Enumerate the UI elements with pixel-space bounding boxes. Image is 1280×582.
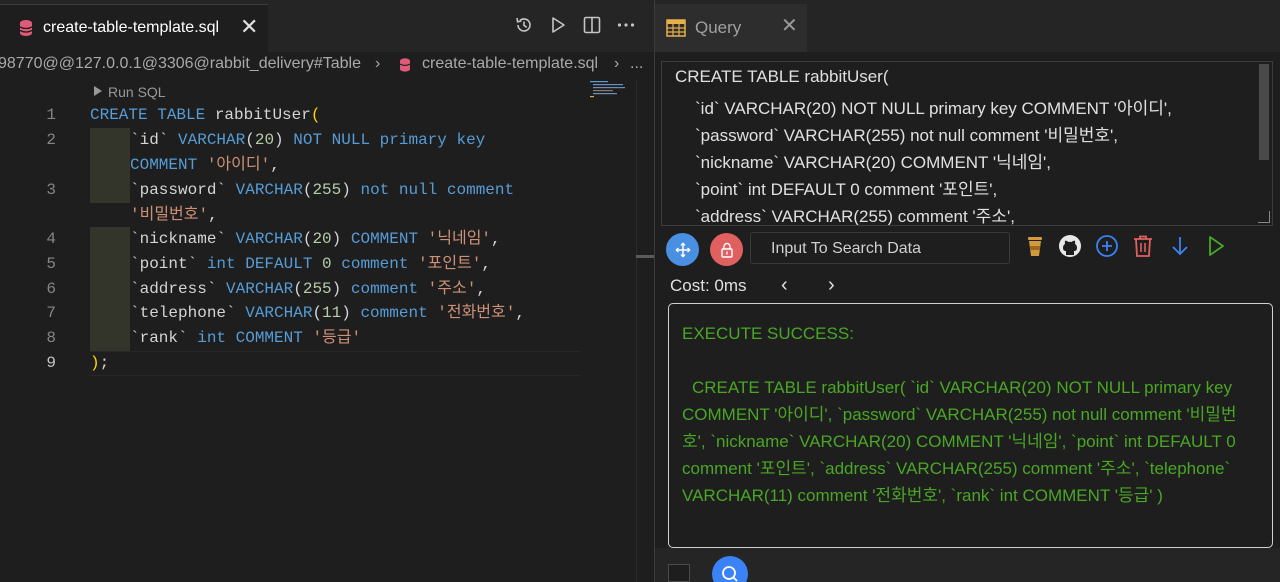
editor-pane: create-table-template.sql ✕ 98770@@127.0… — [0, 0, 654, 582]
more-icon[interactable] — [616, 14, 636, 36]
code-line: `password` VARCHAR(255) not null comment — [130, 181, 515, 199]
search-icon — [722, 566, 738, 582]
history-icon[interactable] — [514, 14, 534, 36]
execute-result-box: EXECUTE SUCCESS: CREATE TABLE rabbitUser… — [668, 303, 1273, 548]
line-number-current: 9 — [46, 354, 56, 372]
close-icon[interactable]: ✕ — [240, 16, 258, 38]
indent-guide — [90, 252, 130, 277]
sql-line: `password` VARCHAR(255) not null comment… — [695, 126, 1119, 145]
current-line-highlight — [90, 351, 580, 376]
line-number: 4 — [46, 230, 56, 248]
chevron-right-icon: › — [614, 55, 620, 72]
trash-icon[interactable] — [1130, 233, 1156, 259]
close-icon[interactable]: ✕ — [781, 16, 798, 36]
search-fab-button[interactable] — [712, 556, 748, 582]
indent-guide — [90, 277, 130, 302]
sql-textarea[interactable]: CREATE TABLE rabbitUser( `id` VARCHAR(20… — [661, 61, 1273, 226]
indent-guide — [90, 301, 130, 326]
github-icon[interactable] — [1057, 233, 1083, 259]
indent-guide — [90, 326, 130, 351]
indent-guide — [90, 128, 130, 153]
table-icon — [666, 19, 686, 37]
line-number: 7 — [46, 304, 56, 322]
query-tab-bar: Query ✕ — [655, 0, 1280, 52]
scrollbar-cursor-marker — [636, 255, 654, 258]
code-line: `rank` int COMMENT '등급' — [130, 329, 362, 347]
database-icon — [20, 20, 32, 36]
cup-icon[interactable] — [1022, 233, 1048, 259]
line-number: 1 — [46, 106, 56, 124]
code-line: `point` int DEFAULT 0 comment '포인트', — [130, 255, 492, 273]
line-number: 5 — [46, 255, 56, 273]
select-checkbox[interactable] — [668, 564, 690, 582]
tab-query[interactable]: Query ✕ — [655, 4, 807, 52]
add-circle-icon[interactable] — [1094, 233, 1120, 259]
run-icon[interactable] — [548, 14, 568, 36]
result-status: EXECUTE SUCCESS: — [682, 324, 854, 343]
query-toolbar: Input To Search Data — [655, 230, 1280, 270]
lock-icon — [720, 242, 733, 258]
breadcrumb: 98770@@127.0.0.1@3306@rabbit_delivery#Ta… — [0, 52, 654, 78]
move-icon — [675, 242, 690, 257]
indent-guide — [90, 227, 130, 252]
chevron-right-icon: › — [375, 55, 381, 72]
indent-guide — [90, 178, 130, 203]
tab-create-table-template[interactable]: create-table-template.sql ✕ — [0, 4, 268, 52]
code-line: `id` VARCHAR(20) NOT NULL primary key — [130, 131, 486, 149]
codelens-label: Run SQL — [108, 84, 166, 100]
sql-line: `point` int DEFAULT 0 comment '포인트', — [695, 180, 998, 199]
resize-grip-icon[interactable] — [1258, 211, 1270, 223]
chevron-left-icon[interactable]: ‹ — [781, 274, 788, 297]
code-line: `nickname` VARCHAR(20) COMMENT '닉네임', — [130, 230, 501, 248]
editor-tab-bar: create-table-template.sql ✕ — [0, 0, 654, 52]
code-line: `address` VARCHAR(255) comment '주소', — [130, 280, 486, 298]
bottom-bar — [655, 548, 1280, 582]
editor-actions — [514, 14, 636, 38]
line-number: 3 — [46, 181, 56, 199]
code-line: ); — [90, 354, 110, 372]
line-number: 8 — [46, 329, 56, 347]
minimap[interactable] — [590, 80, 634, 100]
query-pane: Query ✕ CREATE TABLE rabbitUser( `id` VA… — [655, 0, 1280, 582]
sql-line: `id` VARCHAR(20) NOT NULL primary key CO… — [695, 99, 1172, 118]
move-button[interactable] — [666, 233, 699, 266]
search-data-input[interactable]: Input To Search Data — [750, 232, 1010, 264]
cost-label: Cost: 0ms — [670, 276, 747, 295]
code-line: CREATE TABLE rabbitUser( — [90, 106, 321, 124]
execute-play-icon[interactable] — [1203, 233, 1229, 259]
breadcrumb-file[interactable]: create-table-template.sql — [422, 55, 598, 73]
play-icon — [94, 86, 102, 96]
split-editor-icon[interactable] — [582, 14, 602, 36]
run-sql-codelens[interactable]: Run SQL — [94, 84, 166, 100]
code-line: `telephone` VARCHAR(11) comment '전화번호', — [130, 304, 525, 322]
tab-query-label: Query — [695, 18, 742, 37]
sql-line: `address` VARCHAR(255) comment '주소', — [695, 207, 1015, 226]
sql-line: CREATE TABLE rabbitUser( — [675, 67, 889, 86]
arrow-down-icon[interactable] — [1167, 233, 1193, 259]
indent-guide — [90, 153, 130, 178]
code-line: '비밀번호', — [130, 206, 218, 224]
textarea-scrollbar[interactable] — [1259, 64, 1269, 160]
tab-label: create-table-template.sql — [43, 19, 220, 36]
breadcrumb-connection[interactable]: 98770@@127.0.0.1@3306@rabbit_delivery#Ta… — [0, 55, 361, 73]
lock-button[interactable] — [710, 233, 743, 266]
line-number: 6 — [46, 280, 56, 298]
result-sql: CREATE TABLE rabbitUser( `id` VARCHAR(20… — [682, 378, 1237, 505]
editor-scrollbar[interactable] — [636, 80, 654, 582]
chevron-right-icon[interactable]: › — [828, 274, 835, 297]
breadcrumb-more[interactable]: ... — [630, 55, 643, 73]
code-line: COMMENT '아이디', — [130, 156, 280, 174]
line-number: 2 — [46, 131, 56, 149]
database-icon — [400, 58, 410, 72]
sql-line: `nickname` VARCHAR(20) COMMENT '닉네임', — [695, 153, 1051, 172]
